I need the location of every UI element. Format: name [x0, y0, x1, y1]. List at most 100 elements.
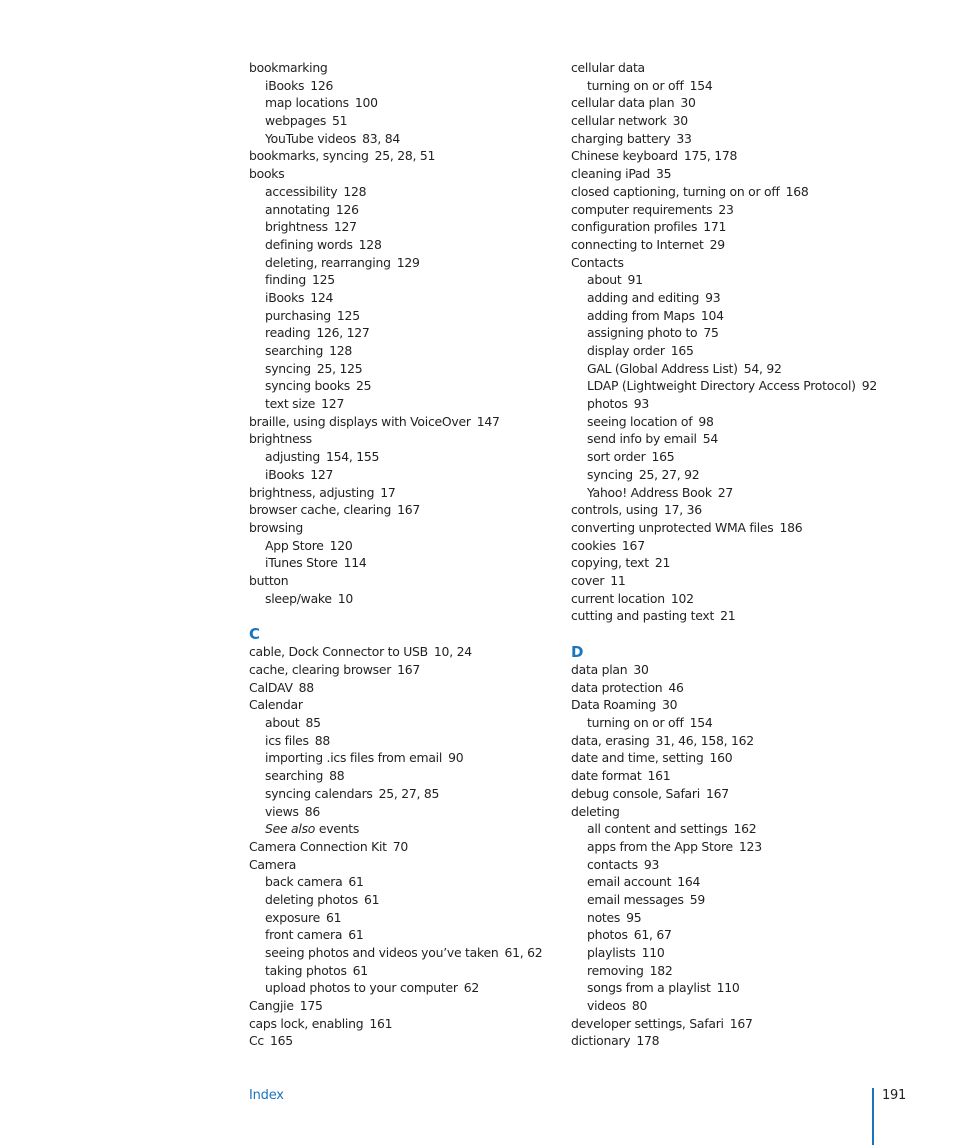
index-term: adjusting: [265, 449, 320, 465]
page-references[interactable]: 88: [315, 733, 331, 748]
page-references[interactable]: 164: [677, 874, 700, 889]
page-references[interactable]: 120: [330, 538, 353, 553]
page-references[interactable]: 125: [337, 308, 360, 323]
page-references[interactable]: 171: [703, 219, 726, 234]
page-references[interactable]: 61: [348, 874, 364, 889]
page-references[interactable]: 75: [703, 325, 719, 340]
page-references[interactable]: 154: [690, 78, 713, 93]
page-references[interactable]: 29: [710, 237, 726, 252]
page-references[interactable]: 30: [662, 697, 678, 712]
page-references[interactable]: 127: [321, 396, 344, 411]
page-references[interactable]: 61: [364, 892, 380, 907]
page-references[interactable]: 92: [862, 378, 878, 393]
page-references[interactable]: 128: [343, 184, 366, 199]
page-references[interactable]: 54, 92: [744, 361, 782, 376]
index-term: Yahoo! Address Book: [587, 484, 712, 500]
page-references[interactable]: 182: [650, 963, 673, 978]
page-references[interactable]: 93: [634, 396, 650, 411]
page-references[interactable]: 186: [780, 520, 803, 535]
page-references[interactable]: 61: [353, 963, 369, 978]
page-references[interactable]: 167: [706, 786, 729, 801]
page-references[interactable]: 154: [690, 715, 713, 730]
page-references[interactable]: 30: [680, 95, 696, 110]
page-references[interactable]: 61: [348, 927, 364, 942]
page-references[interactable]: 25: [356, 378, 372, 393]
page-references[interactable]: 165: [651, 449, 674, 464]
page-references[interactable]: 83, 84: [362, 131, 400, 146]
page-references[interactable]: 104: [701, 308, 724, 323]
page-references[interactable]: 125: [312, 272, 335, 287]
page-references[interactable]: 62: [464, 980, 480, 995]
page-references[interactable]: 167: [730, 1016, 753, 1031]
page-references[interactable]: 30: [673, 113, 689, 128]
page-references[interactable]: 85: [306, 715, 322, 730]
page-references[interactable]: 88: [299, 680, 315, 695]
page-references[interactable]: 95: [626, 910, 642, 925]
page-references[interactable]: 128: [359, 237, 382, 252]
page-references[interactable]: 128: [329, 343, 352, 358]
page-references[interactable]: 25, 27, 92: [639, 467, 700, 482]
page-references[interactable]: 127: [334, 219, 357, 234]
page-references[interactable]: 51: [332, 113, 348, 128]
page-references[interactable]: 165: [671, 343, 694, 358]
page-references[interactable]: 147: [477, 414, 500, 429]
page-references[interactable]: 91: [628, 272, 644, 287]
page-references[interactable]: 167: [397, 502, 420, 517]
page-references[interactable]: 165: [270, 1033, 293, 1048]
page-references[interactable]: 126, 127: [316, 325, 369, 340]
page-references[interactable]: 30: [633, 662, 649, 677]
page-references[interactable]: 54: [703, 431, 719, 446]
page-references[interactable]: 61, 62: [504, 945, 542, 960]
page-references[interactable]: 175: [300, 998, 323, 1013]
page-references[interactable]: 31, 46, 158, 162: [655, 733, 754, 748]
page-references[interactable]: 88: [329, 768, 345, 783]
page-references[interactable]: 17: [380, 485, 396, 500]
page-references[interactable]: 11: [610, 573, 626, 588]
page-references[interactable]: 154, 155: [326, 449, 379, 464]
page-references[interactable]: 167: [397, 662, 420, 677]
page-references[interactable]: 110: [642, 945, 665, 960]
page-references[interactable]: 61, 67: [634, 927, 672, 942]
page-references[interactable]: 167: [622, 538, 645, 553]
page-references[interactable]: 124: [310, 290, 333, 305]
page-references[interactable]: 10: [338, 591, 354, 606]
page-references[interactable]: 160: [709, 750, 732, 765]
page-references[interactable]: 127: [310, 467, 333, 482]
page-references[interactable]: 178: [636, 1033, 659, 1048]
page-references[interactable]: 33: [676, 131, 692, 146]
index-term: adding and editing: [587, 289, 700, 305]
page-references[interactable]: 21: [720, 608, 736, 623]
page-references[interactable]: 162: [733, 821, 756, 836]
page-references[interactable]: 90: [448, 750, 464, 765]
page-references[interactable]: 126: [336, 202, 359, 217]
page-references[interactable]: 10, 24: [434, 644, 472, 659]
page-references[interactable]: 17, 36: [664, 502, 702, 517]
page-references[interactable]: 25, 27, 85: [379, 786, 440, 801]
page-references[interactable]: 46: [668, 680, 684, 695]
page-references[interactable]: 175, 178: [684, 148, 737, 163]
page-references[interactable]: 35: [656, 166, 672, 181]
page-references[interactable]: 93: [644, 857, 660, 872]
page-references[interactable]: 100: [355, 95, 378, 110]
page-references[interactable]: 168: [786, 184, 809, 199]
page-references[interactable]: 129: [397, 255, 420, 270]
page-references[interactable]: 123: [739, 839, 762, 854]
page-references[interactable]: 61: [326, 910, 342, 925]
page-references[interactable]: 21: [655, 555, 671, 570]
page-references[interactable]: 102: [671, 591, 694, 606]
page-references[interactable]: 93: [705, 290, 721, 305]
page-references[interactable]: 25, 28, 51: [375, 148, 436, 163]
page-references[interactable]: 70: [393, 839, 409, 854]
page-references[interactable]: 80: [632, 998, 648, 1013]
page-references[interactable]: 161: [647, 768, 670, 783]
page-references[interactable]: 126: [310, 78, 333, 93]
page-references[interactable]: 98: [698, 414, 714, 429]
page-references[interactable]: 25, 125: [317, 361, 363, 376]
page-references[interactable]: 110: [717, 980, 740, 995]
page-references[interactable]: 86: [305, 804, 321, 819]
page-references[interactable]: 59: [690, 892, 706, 907]
page-references[interactable]: 27: [718, 485, 734, 500]
page-references[interactable]: 23: [718, 202, 734, 217]
page-references[interactable]: 161: [369, 1016, 392, 1031]
page-references[interactable]: 114: [344, 555, 367, 570]
